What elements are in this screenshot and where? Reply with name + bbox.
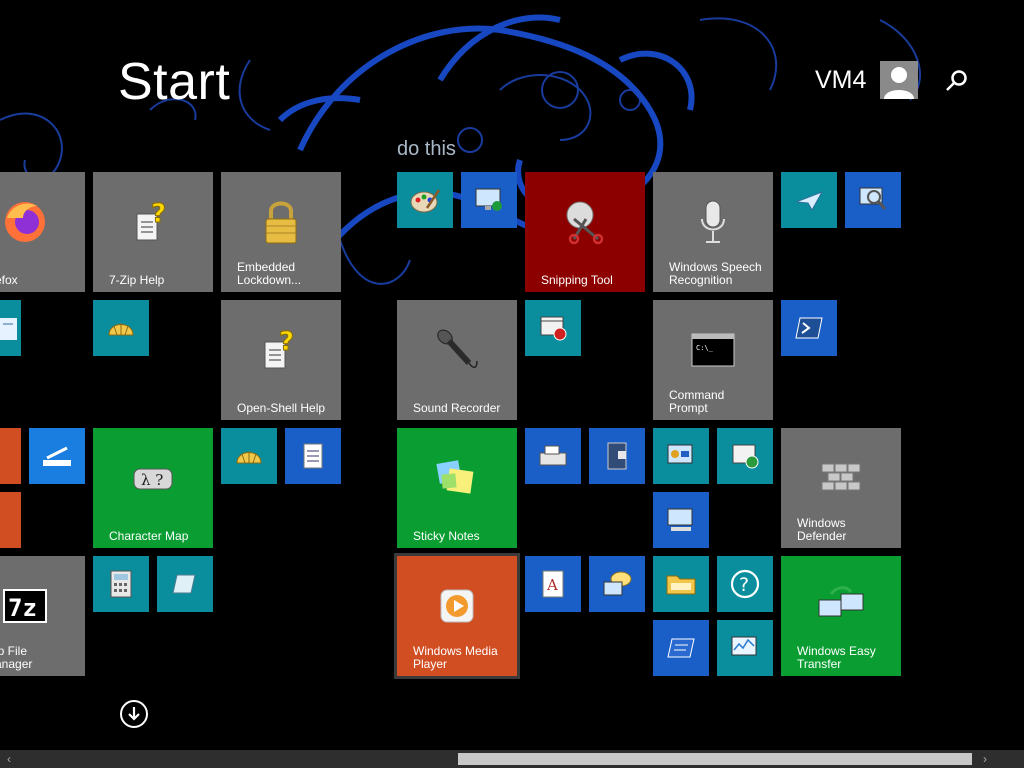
- tile-magnifier-small[interactable]: [845, 172, 901, 228]
- tile-calculator-small[interactable]: [93, 556, 149, 612]
- scrollbar-thumb[interactable]: [458, 753, 972, 765]
- shell-icon: [108, 323, 134, 336]
- tile-shell-small[interactable]: [93, 300, 149, 356]
- tile-openshell-help[interactable]: ? Open-Shell Help: [221, 300, 341, 420]
- tile-window-small[interactable]: [653, 620, 709, 676]
- transfer-icon: [818, 586, 864, 617]
- tile-snipping-tool[interactable]: Snipping Tool: [525, 172, 645, 292]
- chat-icon: [603, 571, 632, 596]
- folder-icon: [666, 575, 696, 595]
- scissors-icon: [566, 201, 604, 245]
- lock-icon: [265, 201, 297, 244]
- all-apps-button[interactable]: [120, 700, 148, 728]
- tile-windows-defender[interactable]: Windows Defender: [781, 428, 901, 548]
- user-name[interactable]: VM4: [815, 66, 866, 95]
- remote-desktop-icon: [475, 188, 502, 211]
- tile-explorer-small[interactable]: [653, 556, 709, 612]
- svg-text:?: ?: [151, 200, 166, 229]
- search-button[interactable]: [944, 68, 970, 94]
- tile-chat-small[interactable]: [589, 556, 645, 612]
- tile-document-small[interactable]: [285, 428, 341, 484]
- svg-text:λ ?: λ ?: [141, 471, 163, 489]
- scanner-icon: [43, 446, 71, 466]
- tile-office-small[interactable]: [0, 428, 21, 484]
- tile-character-map[interactable]: λ ? Character Map: [93, 428, 213, 548]
- character-map-icon: λ ?: [133, 468, 173, 490]
- svg-text:?: ?: [279, 328, 294, 357]
- journal-icon: [172, 574, 196, 594]
- firefox-icon: [5, 202, 45, 243]
- firewall-icon: [821, 463, 861, 491]
- scroll-right-arrow[interactable]: ›: [976, 750, 994, 768]
- tile-windows-speech-recognition[interactable]: Windows Speech Recognition: [653, 172, 773, 292]
- horizontal-scrollbar[interactable]: ‹ ›: [0, 750, 1024, 768]
- tile-sound-recorder[interactable]: Sound Recorder: [397, 300, 517, 420]
- scroll-left-arrow[interactable]: ‹: [0, 750, 18, 768]
- tile-windows-media-player[interactable]: Windows Media Player: [394, 553, 520, 679]
- send-icon: [795, 191, 824, 212]
- svg-text:C:\_: C:\_: [696, 344, 714, 352]
- sticky-notes-icon: [436, 460, 474, 494]
- tile-font-small[interactable]: A: [525, 556, 581, 612]
- svg-text:?: ?: [739, 574, 749, 596]
- help-file-icon: ?: [264, 328, 295, 369]
- avatar[interactable]: [880, 61, 918, 99]
- computer-icon: [667, 508, 693, 531]
- shell-icon: [236, 451, 262, 464]
- tile-journal-small[interactable]: [157, 556, 213, 612]
- help-file-icon: ?: [136, 200, 167, 241]
- tile-command-prompt[interactable]: C:\_ Command Prompt: [653, 300, 773, 420]
- tile-backup-small[interactable]: [589, 428, 645, 484]
- tile-powershell-small[interactable]: [781, 300, 837, 356]
- tile-sticky-notes[interactable]: Sticky Notes: [397, 428, 517, 548]
- book-icon: [607, 442, 627, 470]
- devices-icon: [667, 444, 693, 464]
- terminal-icon: C:\_: [691, 333, 735, 367]
- window-icon: [667, 638, 695, 658]
- tile-task-check-small[interactable]: [717, 428, 773, 484]
- tile-windows-easy-transfer[interactable]: Windows Easy Transfer: [781, 556, 901, 676]
- svg-text:A: A: [546, 576, 558, 594]
- microphone-icon: [437, 329, 478, 369]
- tile-embedded-lockdown[interactable]: Embedded Lockdown...: [221, 172, 341, 292]
- calculator-icon: [110, 570, 132, 598]
- powershell-icon: [795, 317, 823, 339]
- tile-computer-small[interactable]: [653, 492, 709, 548]
- search-icon: [946, 70, 967, 91]
- tile-7zip-help[interactable]: ? 7-Zip Help: [93, 172, 213, 292]
- help-icon: ?: [730, 569, 760, 599]
- group-title-do-this: do this: [397, 138, 456, 160]
- tile-remote-desktop-small[interactable]: [461, 172, 517, 228]
- svg-text:7z: 7z: [8, 594, 37, 622]
- fax-icon: [539, 445, 567, 466]
- notepad-icon: [0, 318, 17, 340]
- media-player-icon: [440, 589, 474, 623]
- user-icon: [884, 67, 914, 99]
- paint-icon: [410, 189, 441, 213]
- tile-devices-small[interactable]: [653, 428, 709, 484]
- 7zip-icon: 7z: [3, 589, 47, 624]
- window-stop-icon: [540, 316, 567, 341]
- tile-help-small[interactable]: ?: [717, 556, 773, 612]
- microphone-icon: [701, 200, 725, 244]
- performance-monitor-icon: [731, 636, 757, 656]
- tile-fax-small[interactable]: [525, 428, 581, 484]
- arrow-down-icon: [128, 707, 140, 721]
- tile-firefox[interactable]: efox: [0, 172, 85, 292]
- document-icon: [303, 443, 323, 469]
- tile-7zip-file-manager[interactable]: 7z ip File anager: [0, 556, 85, 676]
- tile-performance-small[interactable]: [717, 620, 773, 676]
- magnifier-icon: [859, 187, 887, 210]
- task-check-icon: [732, 444, 759, 469]
- page-title: Start: [118, 53, 231, 111]
- tile-office-small-2[interactable]: [0, 492, 21, 548]
- tile-send-small[interactable]: [781, 172, 837, 228]
- tile-scanner-small[interactable]: [29, 428, 85, 484]
- font-icon: A: [542, 570, 564, 598]
- tile-small-tool[interactable]: [0, 300, 21, 356]
- tile-shell-small-2[interactable]: [221, 428, 277, 484]
- tile-paint-small[interactable]: [397, 172, 453, 228]
- tile-window-stop-small[interactable]: [525, 300, 581, 356]
